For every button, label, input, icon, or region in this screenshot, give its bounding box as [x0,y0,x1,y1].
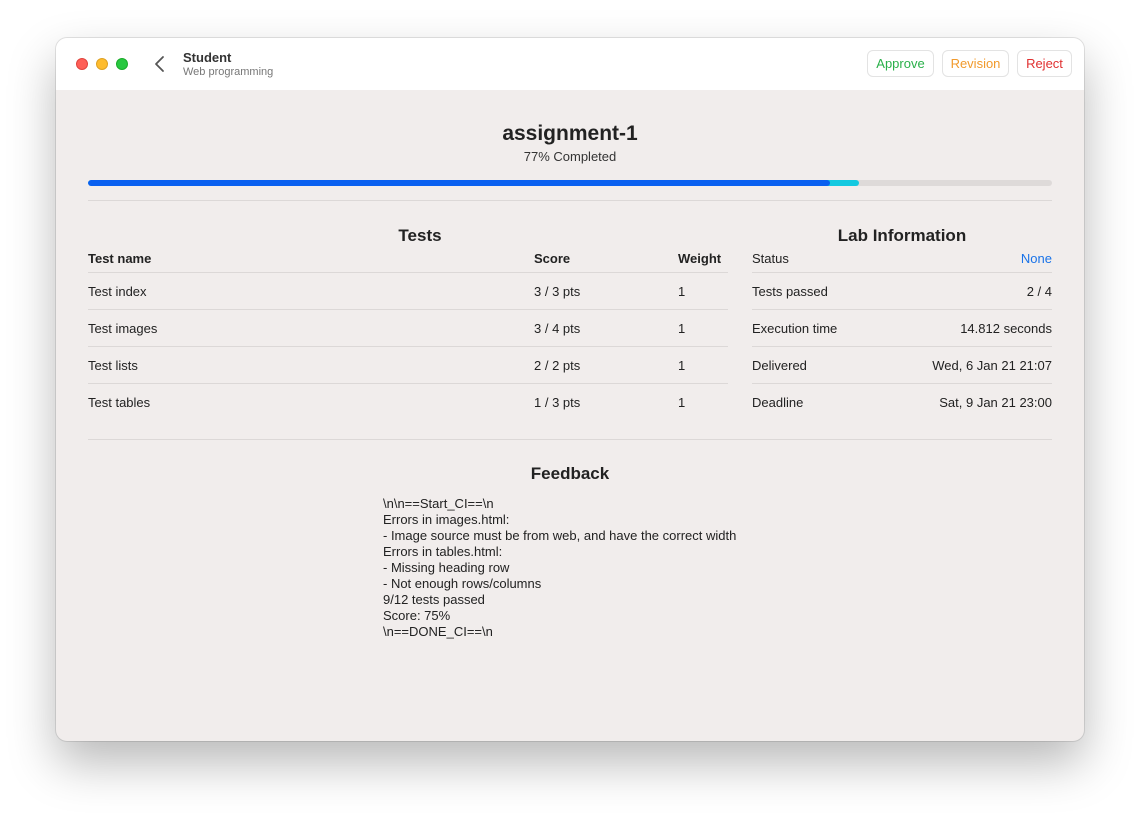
lab-info-value: 14.812 seconds [960,320,1052,336]
test-name: Test tables [88,394,151,410]
lab-info-value: Wed, 6 Jan 21 21:07 [932,357,1052,373]
test-weight: 1 [678,283,686,299]
column-header-score: Score [534,251,571,266]
main-content: assignment-1 77% Completed Tests Test na… [56,90,1084,741]
window-title: Student [183,50,232,65]
test-weight: 1 [678,320,686,336]
lab-info-label: Execution time [752,320,838,336]
lab-info-row: Tests passed 2 / 4 [752,272,1052,309]
lab-info-table: Status None Tests passed 2 / 4 Execution… [752,245,1052,420]
feedback-section-title: Feedback [530,464,610,483]
lab-info-row: Delivered Wed, 6 Jan 21 21:07 [752,346,1052,383]
app-window: Student Web programming Approve Revision… [56,38,1084,741]
progress-bar [88,180,1052,186]
test-score: 3 / 4 pts [534,320,581,336]
revision-button[interactable]: Revision [942,50,1009,77]
table-row: Test images 3 / 4 pts 1 [88,309,728,346]
reject-button[interactable]: Reject [1017,50,1072,77]
lab-info-label: Deadline [752,394,804,410]
lab-info-row: Execution time 14.812 seconds [752,309,1052,346]
zoom-window-button[interactable] [116,58,128,70]
lab-info-label: Status [752,251,789,266]
lab-info-value: 2 / 4 [1026,283,1052,299]
divider [88,439,1052,440]
minimize-window-button[interactable] [96,58,108,70]
chevron-left-icon [155,56,164,72]
status-value-link[interactable]: None [1021,245,1052,272]
table-row: Test index 3 / 3 pts 1 [88,272,728,309]
progress-fill [88,180,830,186]
window-subtitle: Web programming [183,66,274,78]
table-row: Test tables 1 / 3 pts 1 [88,383,728,420]
lab-info-label: Tests passed [752,283,828,299]
test-score: 1 / 3 pts [534,394,581,410]
test-score: 2 / 2 pts [534,357,581,373]
tests-table: Test name Score Weight Test index 3 / 3 … [88,245,728,420]
column-header-test-name: Test name [88,251,152,266]
test-name: Test lists [88,357,138,373]
assignment-title: assignment-1 [502,122,638,145]
feedback-text: \n\n==Start_CI==\n Errors in images.html… [383,496,737,639]
lab-info-row-status: Status None [752,245,1052,272]
test-weight: 1 [678,357,686,373]
table-row: Test lists 2 / 2 pts 1 [88,346,728,383]
tests-section-title: Tests [398,226,442,245]
test-score: 3 / 3 pts [534,283,581,299]
completion-text: 77% Completed [523,149,617,164]
approve-button[interactable]: Approve [867,50,934,77]
lab-info-value: Sat, 9 Jan 21 23:00 [939,394,1052,410]
lab-info-row: Deadline Sat, 9 Jan 21 23:00 [752,383,1052,420]
column-header-weight: Weight [678,251,722,266]
test-name: Test index [88,283,147,299]
titlebar: Student Web programming Approve Revision… [56,38,1084,90]
table-header-row: Test name Score Weight [88,245,728,272]
test-name: Test images [88,320,158,336]
lab-info-label: Delivered [752,357,807,373]
test-weight: 1 [678,394,686,410]
divider [88,200,1052,201]
back-button[interactable] [152,54,168,74]
lab-info-section-title: Lab Information [837,226,967,245]
close-window-button[interactable] [76,58,88,70]
